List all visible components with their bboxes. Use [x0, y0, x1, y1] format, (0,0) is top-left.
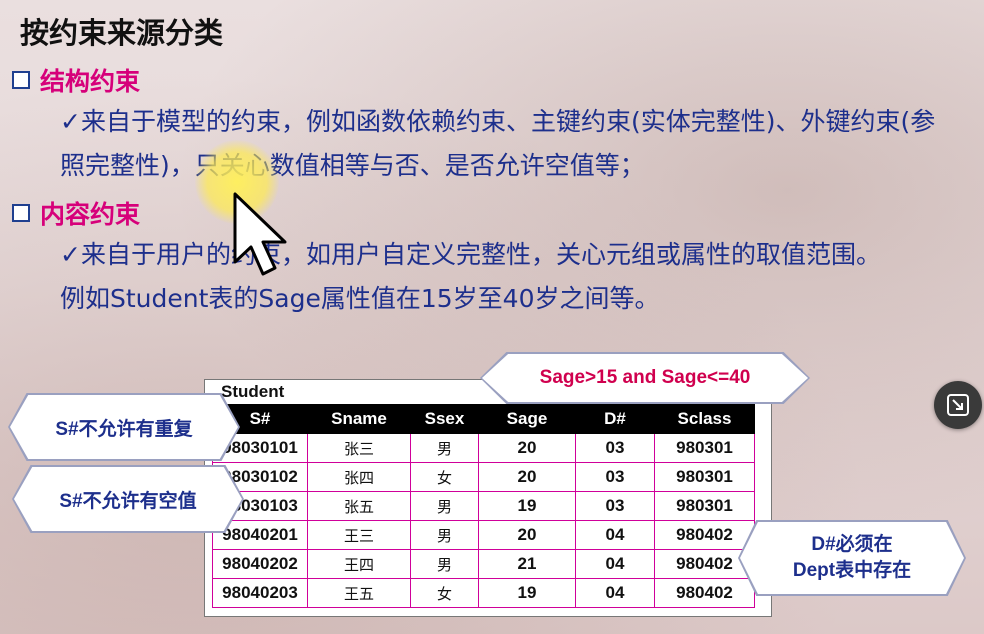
table-row: 98040201 王三 男 20 04 980402 — [212, 520, 755, 550]
callout-no-null: S#不允许有空值 — [12, 465, 244, 533]
cell-ssex: 女 — [410, 462, 479, 492]
cell-sage: 20 — [478, 462, 576, 492]
exit-fullscreen-button[interactable] — [934, 381, 982, 429]
callout-dept-line2: Dept表中存在 — [792, 560, 912, 581]
cell-sname: 张三 — [307, 433, 411, 463]
cell-sname: 王五 — [307, 578, 411, 608]
section-content-text-line2: 例如Student表的Sage属性值在15岁至40岁之间等。 — [60, 284, 660, 313]
cell-sclass: 980402 — [654, 520, 755, 550]
cell-sname: 王三 — [307, 520, 411, 550]
table-row: 98030101 张三 男 20 03 980301 — [212, 433, 755, 463]
cell-sno: 98040203 — [212, 578, 308, 608]
exit-fullscreen-icon — [947, 394, 969, 416]
cell-sname: 王四 — [307, 549, 411, 579]
cell-ssex: 男 — [410, 520, 479, 550]
cell-sage: 20 — [478, 433, 576, 463]
callout-dept-exists: D#必须在 Dept表中存在 — [738, 520, 966, 596]
student-table-panel: Student S# Sname Ssex Sage D# Sclass 980… — [204, 379, 772, 617]
section-structural: 结构约束 — [12, 62, 140, 98]
table-header-row: S# Sname Ssex Sage D# Sclass — [212, 404, 755, 434]
column-header: D# — [575, 404, 655, 434]
cell-sclass: 980301 — [654, 491, 755, 521]
callout-dept-line1: D#必须在 — [811, 534, 893, 555]
callout-no-duplicate-text: S#不允许有重复 — [10, 395, 238, 459]
arrow-cursor-icon — [233, 192, 287, 276]
table-row: 98040203 王五 女 19 04 980402 — [212, 578, 755, 608]
column-header: Sage — [478, 404, 576, 434]
section-heading-structural: 结构约束 — [40, 67, 141, 96]
cell-sage: 19 — [478, 578, 576, 608]
cell-sage: 21 — [478, 549, 576, 579]
cell-dno: 03 — [575, 433, 655, 463]
callout-sage-text: Sage>15 and Sage<=40 — [482, 354, 808, 402]
section-content-text-line1: ✓来自于用户的约束，如用户自定义完整性，关心元组或属性的取值范围。 — [60, 240, 881, 269]
cell-dno: 04 — [575, 578, 655, 608]
callout-no-duplicate: S#不允许有重复 — [8, 393, 240, 461]
table-caption: Student — [221, 382, 285, 401]
cell-sname: 张五 — [307, 491, 411, 521]
cell-sno: 98040202 — [212, 549, 308, 579]
cell-dno: 03 — [575, 462, 655, 492]
cell-ssex: 男 — [410, 433, 479, 463]
column-header: Sclass — [654, 404, 755, 434]
slide-title: 按约束来源分类 — [20, 16, 224, 50]
cell-dno: 04 — [575, 549, 655, 579]
cell-ssex: 女 — [410, 578, 479, 608]
table-row: 98030102 张四 女 20 03 980301 — [212, 462, 755, 492]
cell-sclass: 980301 — [654, 433, 755, 463]
cell-sclass: 980402 — [654, 578, 755, 608]
checkbox-bullet-icon — [12, 204, 30, 222]
callout-no-null-text: S#不允许有空值 — [14, 467, 242, 531]
table-row: 98040202 王四 男 21 04 980402 — [212, 549, 755, 579]
cell-sname: 张四 — [307, 462, 411, 492]
cell-dno: 04 — [575, 520, 655, 550]
table-row: 98030103 张五 男 19 03 980301 — [212, 491, 755, 521]
cell-ssex: 男 — [410, 491, 479, 521]
column-header: Sname — [307, 404, 411, 434]
section-heading-content: 内容约束 — [40, 200, 141, 229]
callout-sage-range: Sage>15 and Sage<=40 — [480, 352, 810, 404]
callout-dept-text: D#必须在 Dept表中存在 — [740, 522, 964, 594]
cell-dno: 03 — [575, 491, 655, 521]
cell-ssex: 男 — [410, 549, 479, 579]
checkbox-bullet-icon — [12, 71, 30, 89]
cell-sage: 19 — [478, 491, 576, 521]
cell-sclass: 980301 — [654, 462, 755, 492]
column-header: Ssex — [410, 404, 479, 434]
cell-sage: 20 — [478, 520, 576, 550]
cell-sclass: 980402 — [654, 549, 755, 579]
section-content: 内容约束 — [12, 195, 140, 231]
student-table: S# Sname Ssex Sage D# Sclass 98030101 张三… — [212, 404, 755, 608]
